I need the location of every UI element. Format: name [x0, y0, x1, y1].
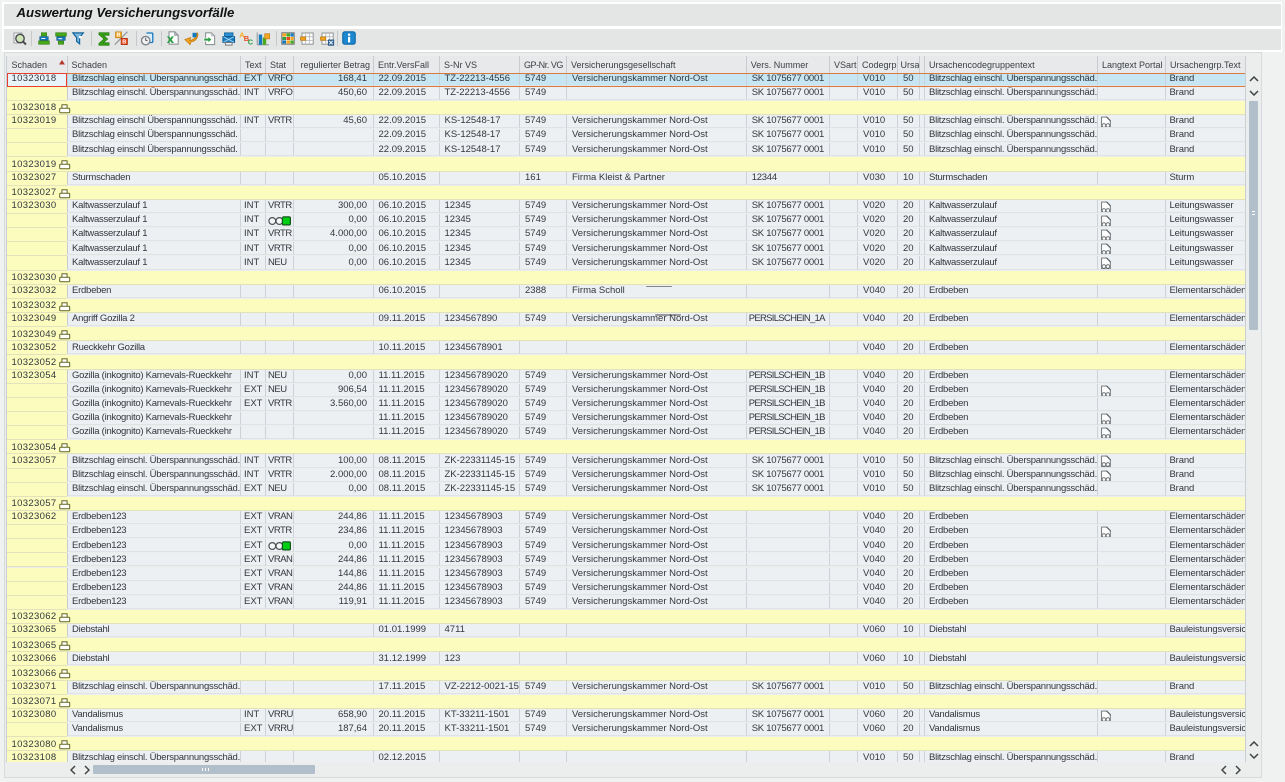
svg-text:C: C — [247, 37, 253, 46]
svg-text:B: B — [122, 39, 126, 45]
svg-text:B: B — [116, 33, 120, 39]
